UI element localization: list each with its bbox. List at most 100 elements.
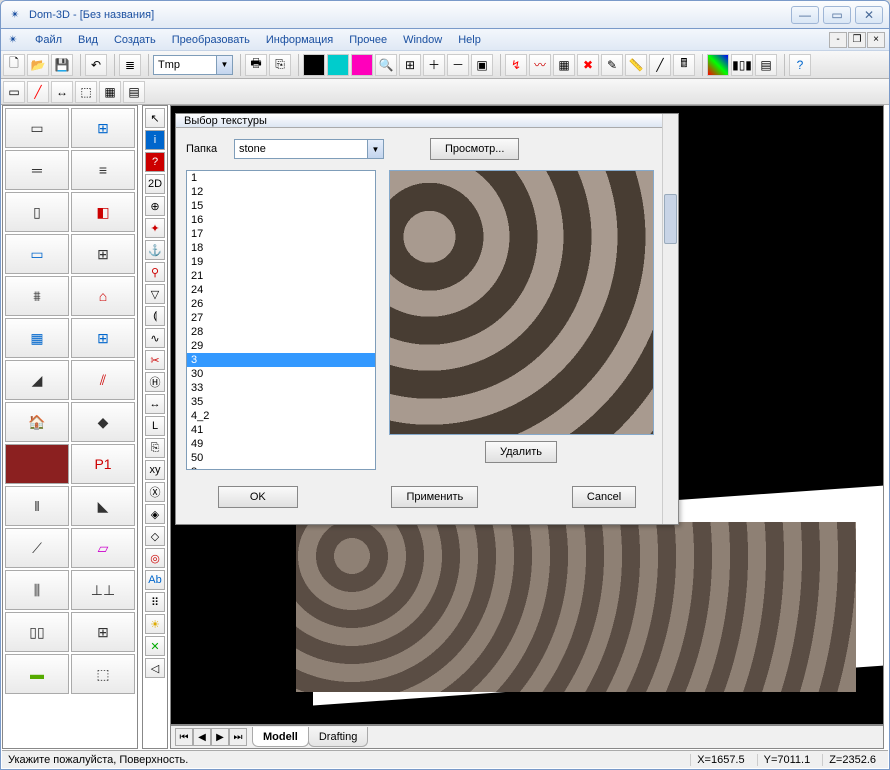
side-target2[interactable]: ◎: [145, 548, 165, 568]
curve-button[interactable]: 〰: [529, 54, 551, 76]
side-cube[interactable]: ◈: [145, 504, 165, 524]
side-xy[interactable]: xy: [145, 460, 165, 480]
tool-2[interactable]: ╱: [27, 81, 49, 103]
lp-window2[interactable]: ⊞: [71, 234, 135, 274]
texture-list-item[interactable]: 4_2: [187, 409, 375, 423]
lp-stairs[interactable]: ≡: [71, 150, 135, 190]
texture-list-item[interactable]: 35: [187, 395, 375, 409]
tool-1[interactable]: ▭: [3, 81, 25, 103]
texture-list-item[interactable]: 12: [187, 185, 375, 199]
delete-x-button[interactable]: ✖: [577, 54, 599, 76]
tab-last[interactable]: ⏭: [229, 728, 247, 746]
zoom-out-button[interactable]: －: [447, 54, 469, 76]
list-button[interactable]: ≣: [119, 54, 141, 76]
texture-list-item[interactable]: 18: [187, 241, 375, 255]
menu-create[interactable]: Создать: [106, 31, 164, 49]
side-tri[interactable]: ▽: [145, 284, 165, 304]
mdi-minimize[interactable]: -: [829, 32, 847, 48]
lp-fence2[interactable]: ⊥⊥: [71, 570, 135, 610]
side-compass[interactable]: ✦: [145, 218, 165, 238]
side-sun[interactable]: ☀: [145, 614, 165, 634]
side-ab[interactable]: Ab: [145, 570, 165, 590]
lp-box[interactable]: ⬚: [71, 654, 135, 694]
texture-list-item[interactable]: 15: [187, 199, 375, 213]
browse-button[interactable]: Просмотр...: [430, 138, 519, 160]
apply-button[interactable]: Применить: [391, 486, 478, 508]
tab-prev[interactable]: ◀: [193, 728, 211, 746]
tab-next[interactable]: ▶: [211, 728, 229, 746]
lp-rail[interactable]: ⫽: [71, 360, 135, 400]
side-wave[interactable]: ∿: [145, 328, 165, 348]
lp-plane[interactable]: ▱: [71, 528, 135, 568]
texture-list-item[interactable]: 28: [187, 325, 375, 339]
zoom-in-button[interactable]: ＋: [423, 54, 445, 76]
calc-button[interactable]: 🖩: [673, 54, 695, 76]
side-cube2[interactable]: ◇: [145, 526, 165, 546]
texture-list-item[interactable]: 8: [187, 465, 375, 470]
tab-drafting[interactable]: Drafting: [308, 727, 369, 747]
lp-fence1[interactable]: ⫼: [5, 570, 69, 610]
tab-model[interactable]: Modell: [252, 727, 309, 747]
color-black-button[interactable]: [303, 54, 325, 76]
grid-button[interactable]: ▦: [553, 54, 575, 76]
menu-other[interactable]: Прочее: [341, 31, 395, 49]
menu-view[interactable]: Вид: [70, 31, 106, 49]
axis-button[interactable]: ↯: [505, 54, 527, 76]
tool-6[interactable]: ▤: [123, 81, 145, 103]
texture-list-item[interactable]: 30: [187, 367, 375, 381]
help-button[interactable]: ?: [789, 54, 811, 76]
save-file-button[interactable]: 💾: [51, 54, 73, 76]
lp-arch[interactable]: ⌂: [71, 276, 135, 316]
side-info[interactable]: i: [145, 130, 165, 150]
texture-list-item[interactable]: 24: [187, 283, 375, 297]
lp-stair3d[interactable]: ⩩: [5, 276, 69, 316]
lp-window3[interactable]: ▦: [5, 318, 69, 358]
menu-file[interactable]: Файл: [27, 31, 70, 49]
side-anchor2[interactable]: ⚲: [145, 262, 165, 282]
texture-list-item[interactable]: 41: [187, 423, 375, 437]
menu-transform[interactable]: Преобразовать: [164, 31, 258, 49]
side-help[interactable]: ?: [145, 152, 165, 172]
tool-5[interactable]: ▦: [99, 81, 121, 103]
texture-list-item[interactable]: 50: [187, 451, 375, 465]
tool-3[interactable]: ↔: [51, 81, 73, 103]
texture-list-item[interactable]: 3: [187, 353, 375, 367]
lp-window5[interactable]: ⊞: [71, 612, 135, 652]
print-button[interactable]: 🖶: [245, 54, 267, 76]
side-anchor[interactable]: ⚓: [145, 240, 165, 260]
menu-info[interactable]: Информация: [258, 31, 341, 49]
texture-list-item[interactable]: 26: [187, 297, 375, 311]
side-x[interactable]: ✕: [145, 636, 165, 656]
side-target[interactable]: ⊕: [145, 196, 165, 216]
close-button[interactable]: ✕: [855, 6, 883, 24]
lp-cabinet[interactable]: ▯▯: [5, 612, 69, 652]
side-copy[interactable]: ⎘: [145, 438, 165, 458]
barcode-button[interactable]: ▮▯▮: [731, 54, 753, 76]
texture-list-item[interactable]: 49: [187, 437, 375, 451]
lp-tile[interactable]: [5, 444, 69, 484]
lp-column[interactable]: ‖: [5, 486, 69, 526]
side-l[interactable]: L: [145, 416, 165, 436]
delete-button[interactable]: Удалить: [485, 441, 557, 463]
color-cyan-button[interactable]: [327, 54, 349, 76]
side-cx[interactable]: Ⓧ: [145, 482, 165, 502]
side-arrow2[interactable]: ◁: [145, 658, 165, 678]
side-step[interactable]: ⟬: [145, 306, 165, 326]
frame-button[interactable]: ▣: [471, 54, 493, 76]
side-cut[interactable]: ✂: [145, 350, 165, 370]
lp-beam[interactable]: ═: [5, 150, 69, 190]
zoom-button[interactable]: 🔍: [375, 54, 397, 76]
lp-window1[interactable]: ▭: [5, 234, 69, 274]
color-pink-button[interactable]: [351, 54, 373, 76]
menu-help[interactable]: Help: [450, 31, 489, 49]
hatch-button[interactable]: ▤: [755, 54, 777, 76]
mdi-close[interactable]: ×: [867, 32, 885, 48]
texture-list-item[interactable]: 19: [187, 255, 375, 269]
lp-angle[interactable]: ⟋: [5, 528, 69, 568]
menu-window[interactable]: Window: [395, 31, 450, 49]
texture-list-item[interactable]: 27: [187, 311, 375, 325]
edit-button[interactable]: ✎: [601, 54, 623, 76]
measure-button[interactable]: 📏: [625, 54, 647, 76]
ok-button[interactable]: OK: [218, 486, 298, 508]
side-2d[interactable]: 2D: [145, 174, 165, 194]
